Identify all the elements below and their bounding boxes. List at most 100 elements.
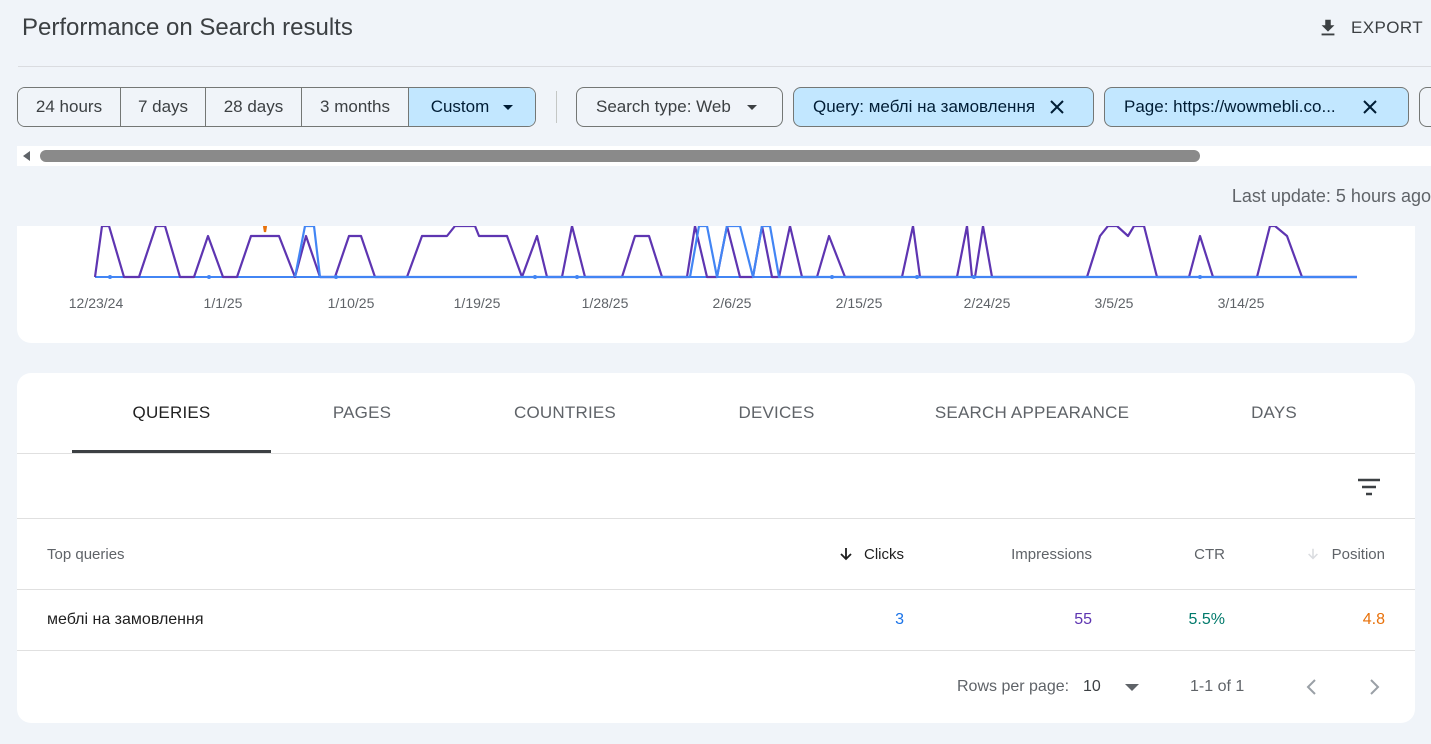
header-label: Clicks bbox=[864, 545, 904, 563]
table-row[interactable]: меблі на замовлення 3 55 5.5% 4.8 bbox=[17, 590, 1415, 651]
tab-pages[interactable]: PAGES bbox=[282, 373, 442, 453]
filter-divider bbox=[556, 91, 557, 123]
tab-countries[interactable]: COUNTRIES bbox=[477, 373, 653, 453]
performance-chart: 12/23/24 1/1/25 1/10/25 1/19/25 1/28/25 … bbox=[17, 226, 1415, 343]
caret-down-icon bbox=[746, 104, 757, 110]
search-type-filter[interactable]: Search type: Web bbox=[576, 87, 783, 127]
date-range-7-days[interactable]: 7 days bbox=[121, 88, 206, 126]
x-tick-label: 3/5/25 bbox=[1095, 295, 1134, 311]
tab-devices[interactable]: DEVICES bbox=[697, 373, 856, 453]
chart-point bbox=[1198, 275, 1202, 279]
tab-label: QUERIES bbox=[132, 403, 211, 422]
tab-label: DAYS bbox=[1251, 403, 1297, 422]
tab-label: PAGES bbox=[332, 403, 392, 422]
tab-label: DEVICES bbox=[738, 403, 815, 422]
tab-search-appearance[interactable]: SEARCH APPEARANCE bbox=[917, 373, 1147, 453]
x-tick-label: 1/28/25 bbox=[582, 295, 629, 311]
caret-down-icon bbox=[1124, 683, 1139, 691]
header-position[interactable]: Position bbox=[1306, 519, 1385, 589]
last-update-text: Last update: 5 hours ago bbox=[1231, 186, 1431, 206]
active-tab-indicator bbox=[72, 450, 271, 453]
date-range-3-months[interactable]: 3 months bbox=[302, 88, 409, 126]
x-tick-label: 2/15/25 bbox=[836, 295, 883, 311]
header-clicks[interactable]: Clicks bbox=[838, 519, 904, 589]
x-tick-label: 1/19/25 bbox=[454, 295, 501, 311]
header-divider bbox=[18, 66, 1431, 67]
table-toolbar bbox=[17, 454, 1415, 519]
x-tick-label: 1/1/25 bbox=[204, 295, 243, 311]
header-ctr[interactable]: CTR bbox=[1194, 519, 1225, 589]
dimension-tabs: QUERIES PAGES COUNTRIES DEVICES SEARCH A… bbox=[17, 373, 1415, 454]
date-range-label: Custom bbox=[430, 97, 490, 116]
query-filter-chip[interactable]: Query: меблі на замовлення bbox=[793, 87, 1094, 127]
chevron-left-icon bbox=[1306, 679, 1316, 695]
close-icon[interactable] bbox=[1362, 99, 1378, 115]
page-filter-chip[interactable]: Page: https://wowmebli.co... bbox=[1104, 87, 1409, 127]
date-range-selector: 24 hours 7 days 28 days 3 months Custom bbox=[17, 87, 536, 127]
x-tick-label: 3/14/25 bbox=[1218, 295, 1265, 311]
chart-point bbox=[108, 275, 112, 279]
cell-impressions: 55 bbox=[1074, 611, 1092, 628]
cell-clicks: 3 bbox=[895, 611, 904, 628]
date-range-custom[interactable]: Custom bbox=[409, 88, 535, 126]
chevron-right-icon bbox=[1370, 679, 1380, 695]
chart-point bbox=[533, 275, 537, 279]
clicks-series-line bbox=[293, 226, 1357, 279]
export-label: EXPORT bbox=[1351, 18, 1423, 37]
position-series-line bbox=[262, 226, 268, 233]
rows-per-page-select[interactable]: 10 bbox=[1083, 651, 1149, 723]
chart-canvas: 12/23/24 1/1/25 1/10/25 1/19/25 1/28/25 … bbox=[69, 226, 1357, 311]
x-axis-ticks: 12/23/24 1/1/25 1/10/25 1/19/25 1/28/25 … bbox=[69, 295, 1265, 311]
date-range-label: 24 hours bbox=[35, 97, 103, 116]
page-range-label: 1-1 of 1 bbox=[1190, 678, 1245, 695]
close-icon[interactable] bbox=[1049, 99, 1065, 115]
report-table-card: QUERIES PAGES COUNTRIES DEVICES SEARCH A… bbox=[17, 373, 1415, 723]
query-filter-label: Query: меблі на замовлення bbox=[813, 97, 1036, 116]
pagination: Rows per page: 10 1-1 of 1 bbox=[17, 651, 1415, 723]
caret-down-icon bbox=[503, 104, 514, 110]
date-range-28-days[interactable]: 28 days bbox=[206, 88, 302, 126]
header-top-queries[interactable]: Top queries bbox=[47, 519, 125, 589]
page-header: Performance on Search results EXPORT bbox=[0, 0, 1431, 66]
rows-per-page-value: 10 bbox=[1083, 678, 1101, 695]
cell-position: 4.8 bbox=[1362, 611, 1385, 628]
search-type-label: Search type: Web bbox=[596, 97, 731, 116]
date-range-label: 7 days bbox=[137, 97, 189, 116]
x-tick-label: 2/24/25 bbox=[964, 295, 1011, 311]
tab-queries[interactable]: QUERIES bbox=[72, 373, 271, 453]
x-tick-label: 1/10/25 bbox=[328, 295, 375, 311]
tab-label: COUNTRIES bbox=[514, 403, 616, 422]
page-filter-label: Page: https://wowmebli.co... bbox=[1124, 97, 1336, 116]
x-tick-label: 12/23/24 bbox=[69, 295, 124, 311]
filter-rows-icon[interactable] bbox=[1355, 473, 1383, 501]
filter-scrollbar[interactable] bbox=[17, 146, 1431, 166]
page-title: Performance on Search results bbox=[22, 14, 353, 41]
next-page-button[interactable] bbox=[1367, 651, 1387, 723]
scroll-left-icon[interactable] bbox=[23, 151, 30, 161]
cell-query: меблі на замовлення bbox=[47, 611, 204, 628]
chart-point bbox=[207, 275, 211, 279]
arrow-down-icon bbox=[1307, 548, 1318, 560]
rows-per-page-label: Rows per page: bbox=[957, 678, 1070, 695]
header-label: Position bbox=[1331, 545, 1385, 563]
previous-page-button[interactable] bbox=[1305, 651, 1325, 723]
table-header: Top queries Clicks Impressions CTR Posit… bbox=[17, 519, 1415, 590]
chart-point bbox=[972, 275, 976, 279]
scrollbar-thumb[interactable] bbox=[40, 150, 1200, 162]
date-range-24-hours[interactable]: 24 hours bbox=[18, 88, 121, 126]
arrow-down-icon bbox=[840, 548, 852, 561]
date-range-label: 3 months bbox=[320, 97, 390, 116]
cell-ctr: 5.5% bbox=[1188, 611, 1225, 628]
x-tick-label: 2/6/25 bbox=[713, 295, 752, 311]
chart-point bbox=[830, 275, 834, 279]
chart-point bbox=[334, 275, 338, 279]
tab-label: SEARCH APPEARANCE bbox=[934, 403, 1130, 422]
header-impressions[interactable]: Impressions bbox=[1011, 519, 1092, 589]
chart-point bbox=[575, 275, 579, 279]
download-icon bbox=[1321, 19, 1335, 36]
tab-days[interactable]: DAYS bbox=[1197, 373, 1351, 453]
filter-bar: 24 hours 7 days 28 days 3 months Custom … bbox=[0, 87, 1431, 127]
new-filter-button[interactable] bbox=[1419, 87, 1431, 127]
chart-point bbox=[915, 275, 919, 279]
export-button[interactable]: EXPORT bbox=[1317, 14, 1423, 42]
